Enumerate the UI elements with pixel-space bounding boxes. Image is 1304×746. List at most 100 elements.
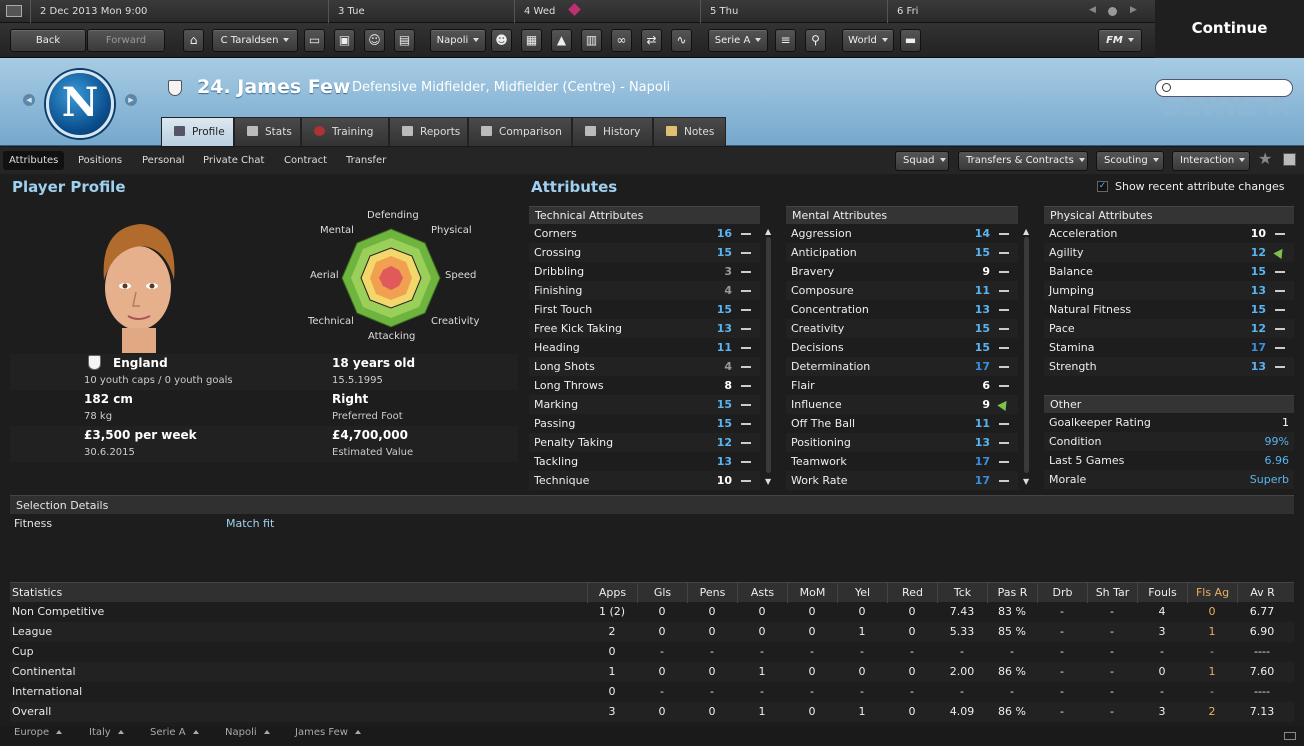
mental-scrollbar[interactable] [1024, 237, 1029, 473]
prev-player-icon[interactable]: ◀ [23, 94, 35, 106]
subnav-positions[interactable]: Positions [72, 151, 128, 170]
people-icon[interactable]: ☺ [364, 29, 385, 52]
squad-button[interactable]: Squad [895, 151, 949, 171]
subnav-personal[interactable]: Personal [136, 151, 191, 170]
attribute-row[interactable]: Last 5 Games 6.96 [1044, 451, 1294, 470]
breadcrumb-serie-a[interactable]: Serie A [150, 727, 199, 738]
attribute-row[interactable]: Off The Ball 11 [786, 414, 1018, 433]
attribute-row[interactable]: Stamina 17 [1044, 338, 1294, 357]
breadcrumb-italy[interactable]: Italy [89, 727, 124, 738]
attribute-row[interactable]: Long Shots 4 [529, 357, 760, 376]
attribute-row[interactable]: Dribbling 3 [529, 262, 760, 281]
club-dropdown[interactable]: Napoli [430, 29, 486, 52]
column-header[interactable]: Fls Ag [1187, 583, 1237, 603]
training-icon[interactable]: ▲ [551, 29, 572, 52]
column-header[interactable]: MoM [787, 583, 837, 603]
attribute-row[interactable]: Aggression 14 [786, 224, 1018, 243]
attribute-row[interactable]: Anticipation 15 [786, 243, 1018, 262]
attribute-row[interactable]: Teamwork 17 [786, 452, 1018, 471]
list-icon[interactable]: ≡ [775, 29, 796, 52]
day-3[interactable]: 3 Tue [328, 0, 514, 23]
squad-icon[interactable]: ☻ [491, 29, 512, 52]
column-header[interactable]: Fouls [1137, 583, 1187, 603]
column-header[interactable]: Red [887, 583, 937, 603]
scouting-icon[interactable]: ∞ [611, 29, 632, 52]
table-row[interactable]: Overall 3 0 0 1 0 1 0 4.09 86 % - - 3 2 7.13 [10, 702, 1294, 722]
world-dropdown[interactable]: World [842, 29, 894, 52]
notes-small-icon[interactable] [1283, 153, 1296, 166]
prev-week-icon[interactable]: ◀ [1089, 5, 1096, 15]
subnav-private-chat[interactable]: Private Chat [197, 151, 270, 170]
resize-icon[interactable] [1284, 732, 1296, 740]
breadcrumb-player[interactable]: James Few [295, 727, 361, 738]
attribute-row[interactable]: Decisions 15 [786, 338, 1018, 357]
tab-stats[interactable]: Stats [234, 117, 301, 146]
column-header[interactable]: Av R [1237, 583, 1287, 603]
tab-notes[interactable]: Notes [653, 117, 726, 146]
subnav-transfer[interactable]: Transfer [340, 151, 392, 170]
attribute-row[interactable]: Agility 12 [1044, 243, 1294, 262]
attribute-row[interactable]: Strength 13 [1044, 357, 1294, 376]
table-row[interactable]: League 2 0 0 0 0 1 0 5.33 85 % - - 3 1 6.90 [10, 622, 1294, 642]
home-icon[interactable]: ⌂ [183, 29, 204, 52]
briefcase-icon[interactable]: ▣ [334, 29, 355, 52]
league-dropdown[interactable]: Serie A [708, 29, 768, 52]
attribute-row[interactable]: Finishing 4 [529, 281, 760, 300]
attribute-row[interactable]: Goalkeeper Rating 1 [1044, 413, 1294, 432]
column-header[interactable]: Tck [937, 583, 987, 603]
transfers-contracts-button[interactable]: Transfers & Contracts [958, 151, 1088, 171]
scroll-down-icon[interactable]: ▼ [765, 477, 771, 486]
attribute-row[interactable]: Natural Fitness 15 [1044, 300, 1294, 319]
star-icon[interactable]: ★ [1258, 149, 1272, 168]
tab-training[interactable]: Training [301, 117, 389, 146]
subnav-attributes[interactable]: Attributes [3, 151, 65, 170]
today-icon[interactable] [1108, 7, 1117, 16]
search-input[interactable] [1155, 79, 1293, 97]
finances-icon[interactable]: ∿ [671, 29, 692, 52]
nationality[interactable]: England [113, 356, 168, 370]
scroll-up-icon[interactable]: ▲ [1023, 227, 1029, 236]
attribute-row[interactable]: Corners 16 [529, 224, 760, 243]
attribute-row[interactable]: Condition 99% [1044, 432, 1294, 451]
column-header[interactable]: Yel [837, 583, 887, 603]
tab-profile[interactable]: Profile [161, 117, 234, 146]
attribute-row[interactable]: Bravery 9 [786, 262, 1018, 281]
attribute-row[interactable]: Heading 11 [529, 338, 760, 357]
attribute-row[interactable]: Pace 12 [1044, 319, 1294, 338]
attribute-row[interactable]: Tackling 13 [529, 452, 760, 471]
column-header[interactable]: Pens [687, 583, 737, 603]
tab-comparison[interactable]: Comparison [468, 117, 572, 146]
trophy-icon[interactable]: ⚲ [805, 29, 826, 52]
tactics-icon[interactable]: ▦ [521, 29, 542, 52]
interaction-button[interactable]: Interaction [1172, 151, 1250, 171]
forward-button[interactable]: Forward [87, 29, 165, 52]
scouting-button[interactable]: Scouting [1096, 151, 1164, 171]
attribute-row[interactable]: Morale Superb [1044, 470, 1294, 489]
fm-menu[interactable]: FM [1098, 29, 1142, 52]
attribute-row[interactable]: Technique 10 [529, 471, 760, 490]
attribute-row[interactable]: Influence 9 [786, 395, 1018, 414]
day-5[interactable]: 5 Thu [700, 0, 887, 23]
car-icon[interactable]: ▭ [304, 29, 325, 52]
table-row[interactable]: Non Competitive 1 (2) 0 0 0 0 0 0 7.43 83 % - - 4 0 6.… [10, 602, 1294, 622]
tab-reports[interactable]: Reports [389, 117, 468, 146]
scroll-up-icon[interactable]: ▲ [765, 227, 771, 236]
attribute-row[interactable]: Long Throws 8 [529, 376, 760, 395]
attribute-row[interactable]: Concentration 13 [786, 300, 1018, 319]
attribute-row[interactable]: Work Rate 17 [786, 471, 1018, 490]
clipboard-icon[interactable]: ▤ [394, 29, 415, 52]
attribute-row[interactable]: Jumping 13 [1044, 281, 1294, 300]
breadcrumb-europe[interactable]: Europe [14, 727, 62, 738]
column-header[interactable]: Gls [637, 583, 687, 603]
day-4[interactable]: 4 Wed [514, 0, 700, 23]
technical-scrollbar[interactable] [766, 237, 771, 473]
attribute-row[interactable]: Free Kick Taking 13 [529, 319, 760, 338]
column-header[interactable]: Sh Tar [1087, 583, 1137, 603]
calendar-icon[interactable] [6, 5, 22, 17]
attribute-row[interactable]: Marking 15 [529, 395, 760, 414]
column-header[interactable]: Drb [1037, 583, 1087, 603]
attribute-row[interactable]: Positioning 13 [786, 433, 1018, 452]
continue-button[interactable]: Continue [1155, 0, 1304, 58]
table-row[interactable]: Continental 1 0 0 1 0 0 0 2.00 86 % - - 0 1 7.60 [10, 662, 1294, 682]
next-player-icon[interactable]: ▶ [125, 94, 137, 106]
